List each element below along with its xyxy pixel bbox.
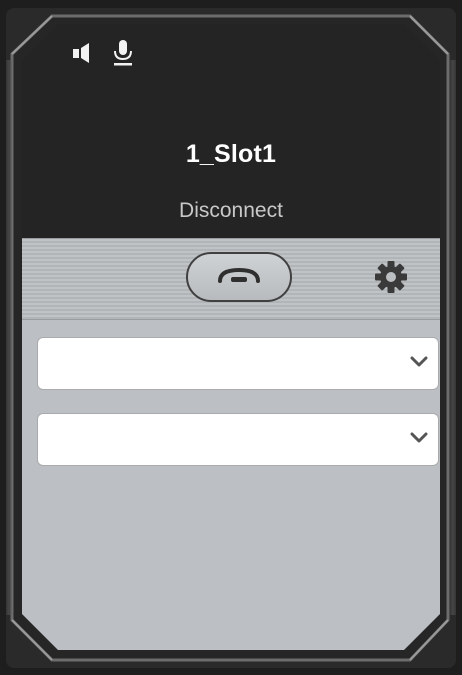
- settings-button[interactable]: [374, 260, 408, 294]
- second-select[interactable]: [37, 413, 439, 466]
- slot-name: 1_Slot1: [185, 140, 277, 168]
- speaker-icon[interactable]: [72, 41, 94, 65]
- audio-indicators: [72, 36, 134, 70]
- phone-hangup-icon: [216, 266, 262, 288]
- call-toolbar: [22, 238, 440, 320]
- chevron-down-icon: [410, 356, 428, 368]
- hangup-button[interactable]: [186, 252, 292, 302]
- gear-icon: [374, 261, 408, 298]
- chevron-down-icon: [410, 432, 428, 444]
- first-select[interactable]: [37, 337, 439, 390]
- connection-status: Disconnect: [179, 199, 283, 222]
- microphone-icon[interactable]: [112, 39, 134, 67]
- softphone-widget: 1_Slot1 Disconnect: [0, 0, 462, 675]
- options-panel: [22, 319, 440, 649]
